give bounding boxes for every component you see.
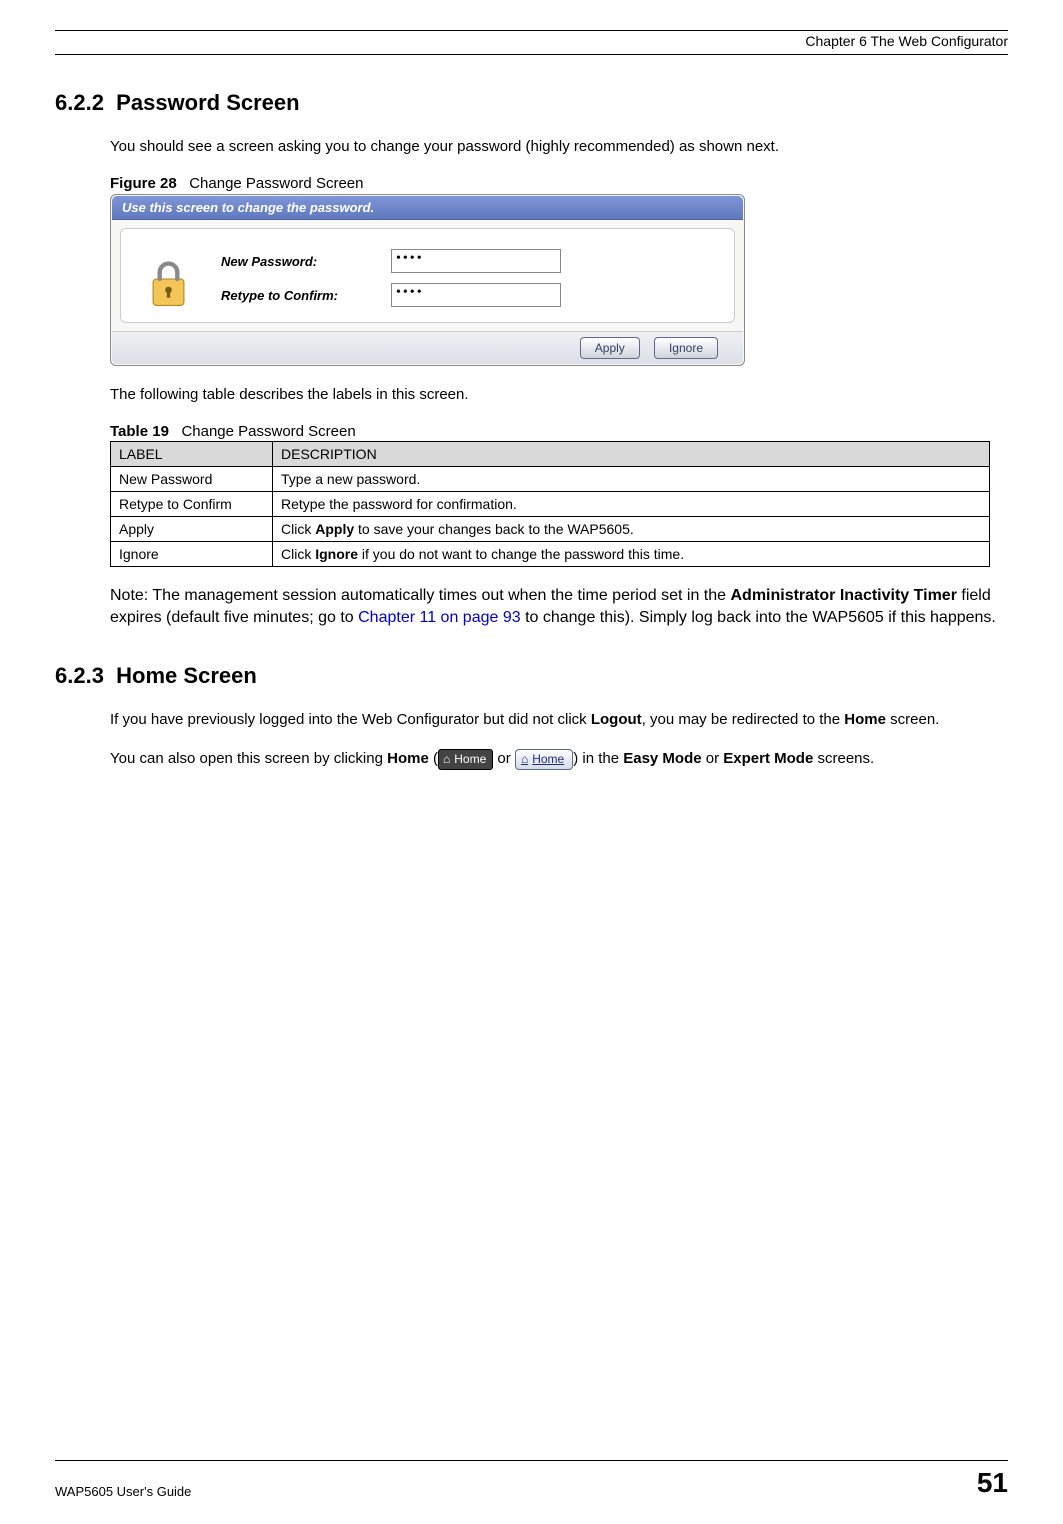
chapter-title: Chapter 6 The Web Configurator (55, 33, 1008, 49)
note-bold-timer: Administrator Inactivity Timer (730, 587, 956, 604)
note-paragraph: Note: The management session automatical… (110, 585, 1003, 628)
table-row: Retype to Confirm Retype the password fo… (111, 492, 990, 517)
figure-28-body: New Password: •••• Retype to Confirm: ••… (120, 228, 735, 323)
table-19-caption-text: Change Password Screen (181, 423, 355, 440)
after-figure-para: The following table describes the labels… (110, 384, 1008, 405)
new-password-row: New Password: •••• (221, 249, 561, 273)
retype-row: Retype to Confirm: •••• (221, 283, 561, 307)
figure-28-fields: New Password: •••• Retype to Confirm: ••… (221, 249, 561, 307)
ignore-button[interactable]: Ignore (654, 337, 718, 359)
footer-guide: WAP5605 User's Guide (55, 1484, 191, 1499)
section-623-title: Home Screen (116, 663, 257, 688)
figure-28-footer: Apply Ignore (112, 331, 743, 364)
figure-28-label: Figure 28 (110, 175, 177, 192)
retype-input[interactable]: •••• (391, 283, 561, 307)
table-19-caption: Table 19 Change Password Screen (110, 423, 1008, 440)
new-password-label: New Password: (221, 254, 371, 269)
home-icon: ⌂ (521, 751, 528, 768)
note-mid2: to change this). Simply log back into th… (521, 609, 996, 626)
table-row: New Password Type a new password. (111, 467, 990, 492)
page-footer: WAP5605 User's Guide 51 (55, 1460, 1008, 1499)
table-header-row: LABEL DESCRIPTION (111, 442, 990, 467)
section-623-number: 6.2.3 (55, 663, 104, 688)
section-622-heading: 6.2.2 Password Screen (55, 90, 1008, 116)
figure-28-caption-text: Change Password Screen (189, 175, 363, 192)
cell-label: New Password (111, 467, 273, 492)
header-rule-bottom (55, 54, 1008, 55)
chapter-11-xref[interactable]: Chapter 11 on page 93 (358, 609, 521, 626)
section-623-para2: You can also open this screen by clickin… (110, 748, 1008, 769)
home-button-dark[interactable]: ⌂Home (438, 749, 493, 770)
lock-icon (146, 257, 191, 312)
cell-desc: Type a new password. (273, 467, 990, 492)
section-622-number: 6.2.2 (55, 90, 104, 115)
home-icon: ⌂ (443, 751, 450, 768)
table-header-label: LABEL (111, 442, 273, 467)
cell-label: Retype to Confirm (111, 492, 273, 517)
note-prefix: Note: The management session automatical… (110, 587, 730, 604)
cell-label: Ignore (111, 542, 273, 567)
table-row: Ignore Click Ignore if you do not want t… (111, 542, 990, 567)
figure-28-caption: Figure 28 Change Password Screen (110, 175, 1008, 192)
figure-28-banner: Use this screen to change the password. (112, 196, 743, 220)
table-header-desc: DESCRIPTION (273, 442, 990, 467)
figure-28-container: Use this screen to change the password. … (110, 194, 745, 366)
cell-desc: Click Ignore if you do not want to chang… (273, 542, 990, 567)
table-19-label: Table 19 (110, 423, 169, 440)
footer-rule (55, 1460, 1008, 1461)
page-number: 51 (977, 1467, 1008, 1499)
apply-button[interactable]: Apply (580, 337, 640, 359)
new-password-input[interactable]: •••• (391, 249, 561, 273)
table-19: LABEL DESCRIPTION New Password Type a ne… (110, 441, 990, 567)
cell-label: Apply (111, 517, 273, 542)
cell-desc: Click Apply to save your changes back to… (273, 517, 990, 542)
table-row: Apply Click Apply to save your changes b… (111, 517, 990, 542)
retype-label: Retype to Confirm: (221, 288, 371, 303)
cell-desc: Retype the password for confirmation. (273, 492, 990, 517)
section-623-para1: If you have previously logged into the W… (110, 709, 1008, 730)
section-622-intro: You should see a screen asking you to ch… (110, 136, 1008, 157)
home-button-light[interactable]: ⌂Home (515, 749, 573, 770)
header-rule-top (55, 30, 1008, 31)
section-623-heading: 6.2.3 Home Screen (55, 663, 1008, 689)
section-622-title: Password Screen (116, 90, 299, 115)
